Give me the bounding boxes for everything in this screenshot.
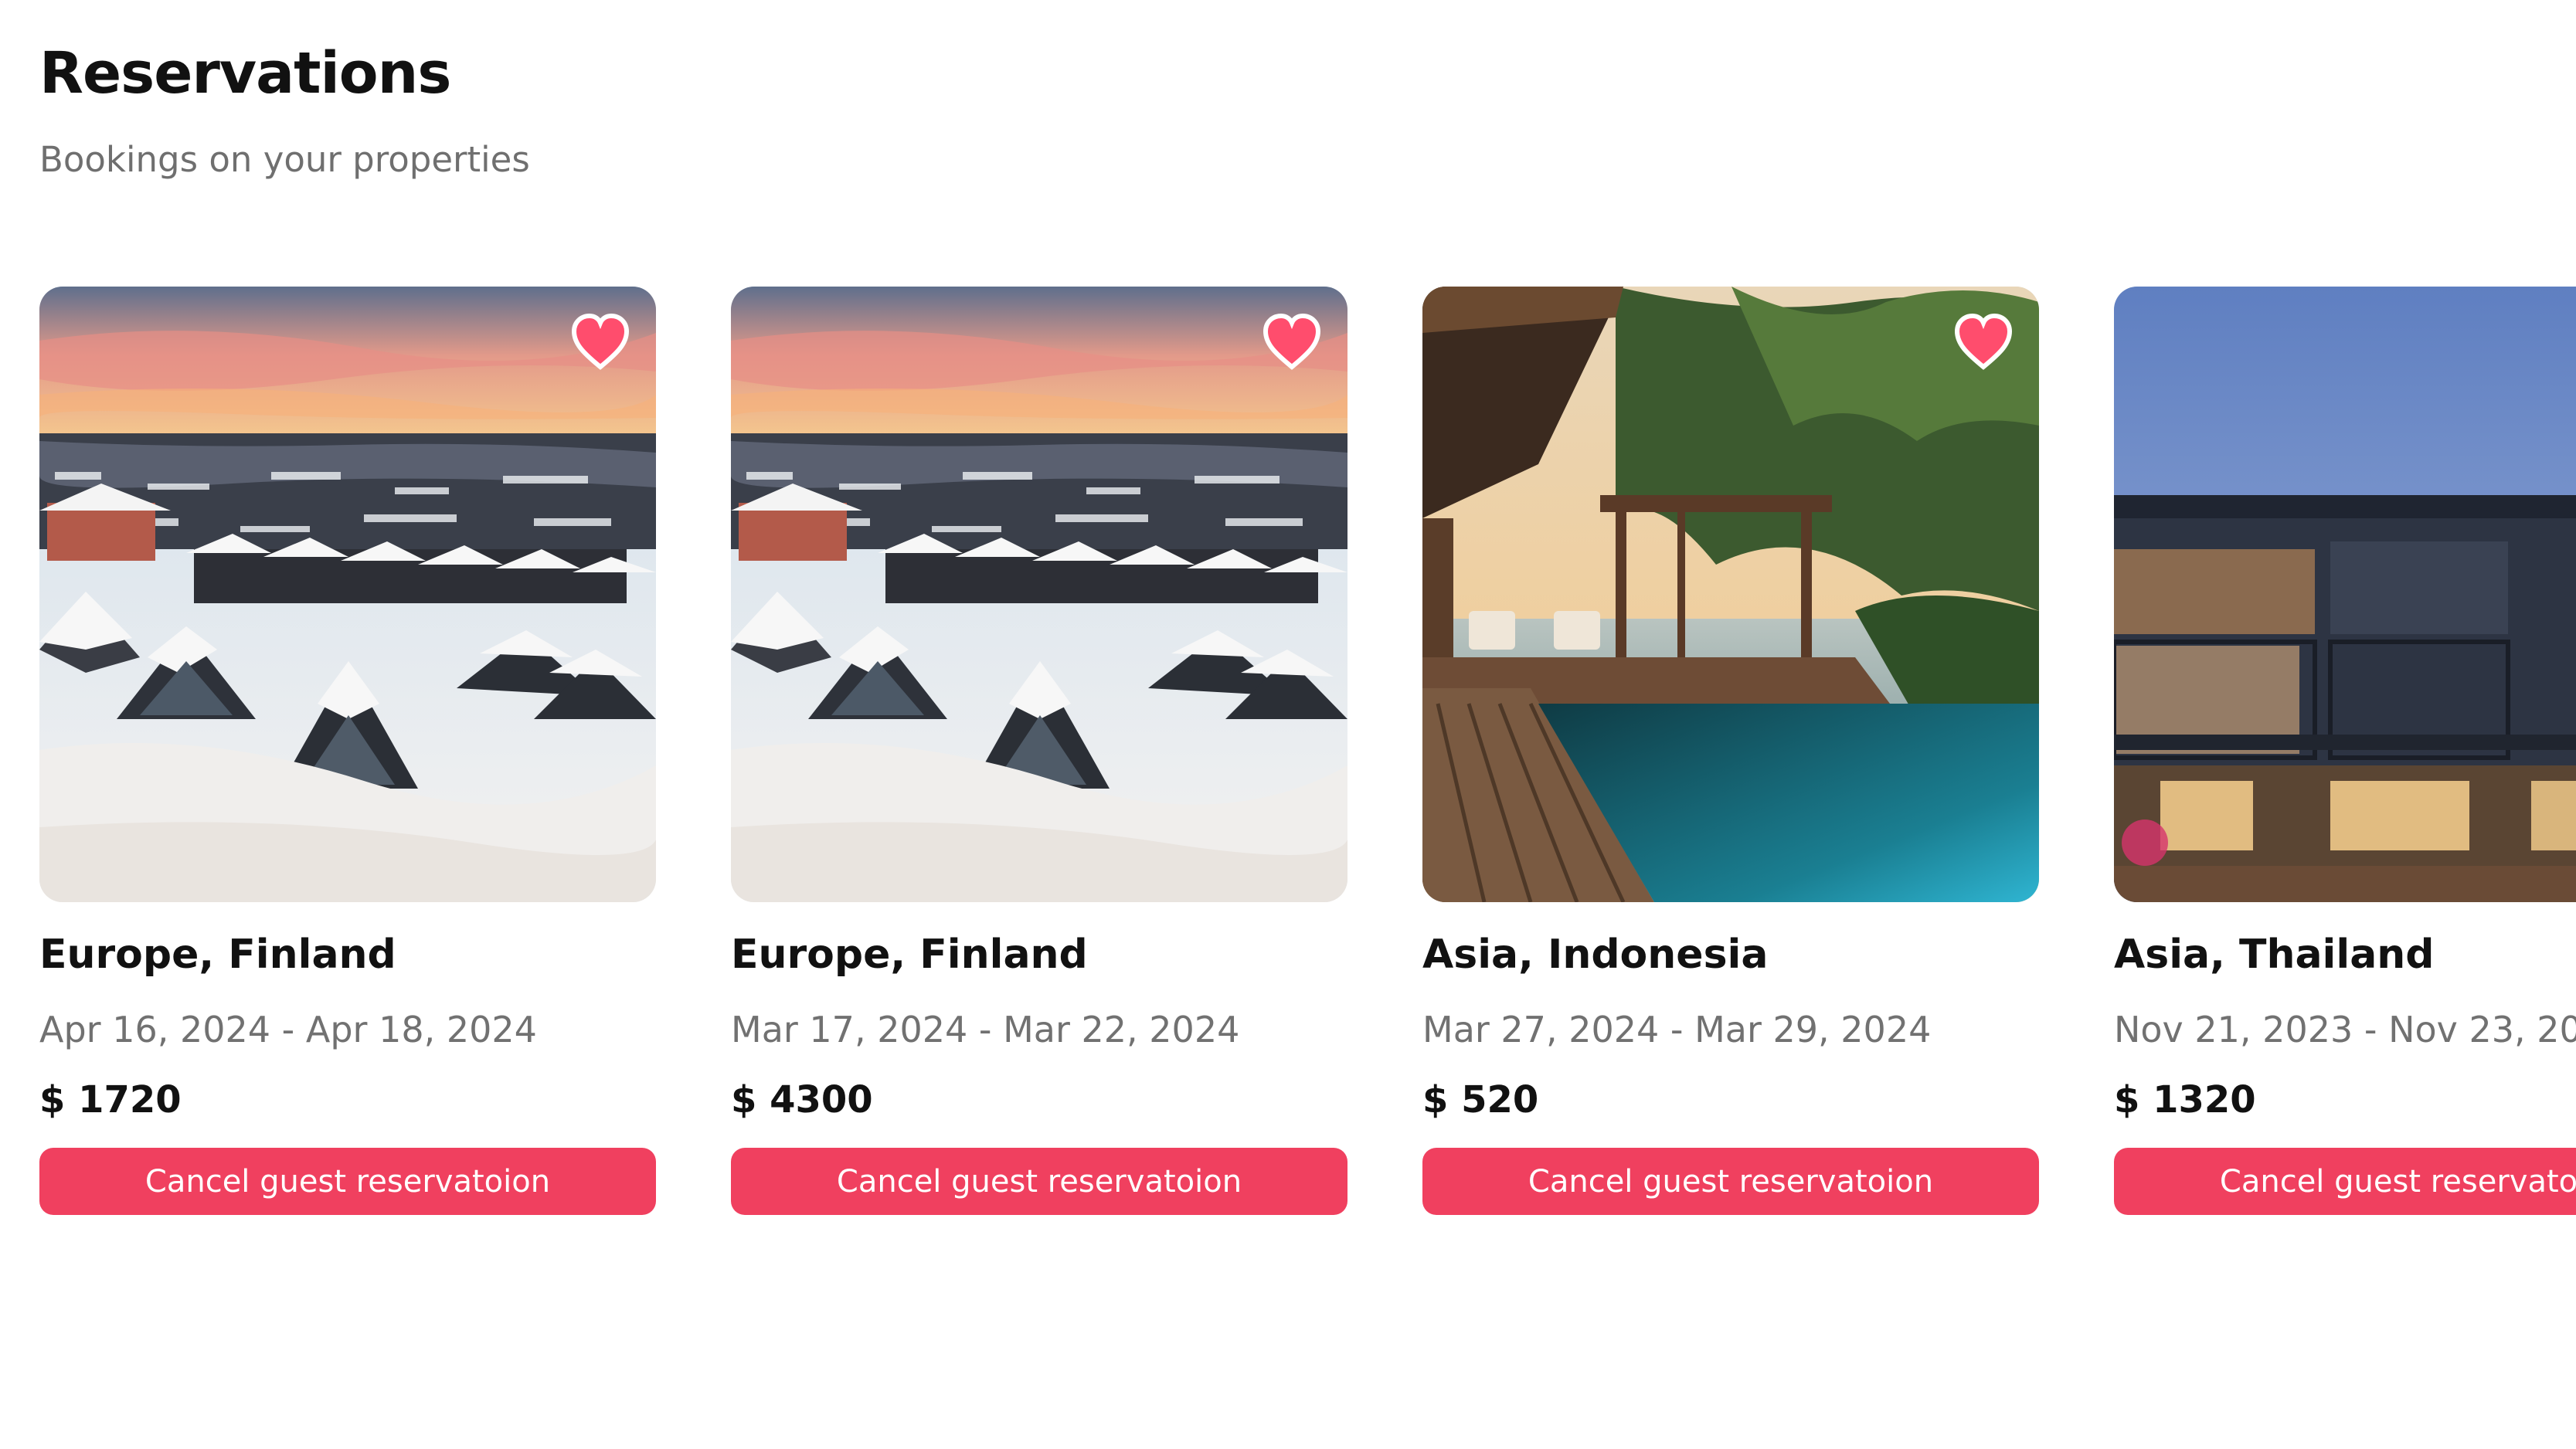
heart-icon bbox=[571, 313, 630, 370]
reservation-dates: Mar 27, 2024 - Mar 29, 2024 bbox=[1422, 1009, 1932, 1050]
reservation-price: $ 520 bbox=[1422, 1078, 1539, 1122]
property-photo[interactable] bbox=[2114, 287, 2576, 902]
favorite-heart-button[interactable] bbox=[1259, 310, 1324, 375]
page-title: Reservations bbox=[39, 40, 451, 107]
reservation-price: $ 1720 bbox=[39, 1078, 182, 1122]
reservation-dates: Apr 16, 2024 - Apr 18, 2024 bbox=[39, 1009, 537, 1050]
snowy-cabins-image bbox=[731, 287, 1347, 902]
heart-icon bbox=[1954, 313, 2013, 370]
page-subtitle: Bookings on your properties bbox=[39, 139, 530, 180]
favorite-heart-button[interactable] bbox=[1951, 310, 2016, 375]
reservation-price: $ 4300 bbox=[731, 1078, 873, 1122]
reservation-dates: Mar 17, 2024 - Mar 22, 2024 bbox=[731, 1009, 1240, 1050]
reservation-card[interactable]: Europe, Finland Mar 17, 2024 - Mar 22, 2… bbox=[731, 287, 1347, 1215]
cancel-reservation-button[interactable]: Cancel guest reservatoion bbox=[1422, 1148, 2039, 1215]
cancel-reservation-button[interactable]: Cancel guest reservatoion bbox=[39, 1148, 656, 1215]
reservation-location: Europe, Finland bbox=[39, 932, 396, 978]
cancel-reservation-button[interactable]: Cancel guest reservatoion bbox=[2114, 1148, 2576, 1215]
snowy-cabins-image bbox=[39, 287, 656, 902]
reservations-page: Europe, Finland Apr 16, 2024 - Apr 18, 2… bbox=[0, 0, 2576, 1449]
infinity-pool-image bbox=[1422, 287, 2039, 902]
heart-icon bbox=[1263, 313, 1321, 370]
property-photo[interactable] bbox=[731, 287, 1347, 902]
property-photo[interactable] bbox=[1422, 287, 2039, 902]
property-photo[interactable] bbox=[39, 287, 656, 902]
reservation-card[interactable]: Europe, Finland Apr 16, 2024 - Apr 18, 2… bbox=[39, 287, 656, 1215]
reservation-location: Europe, Finland bbox=[731, 932, 1088, 978]
reservation-price: $ 1320 bbox=[2114, 1078, 2256, 1122]
reservation-list: Europe, Finland Apr 16, 2024 - Apr 18, 2… bbox=[0, 0, 2576, 1449]
reservation-card[interactable]: Asia, Indonesia Mar 27, 2024 - Mar 29, 2… bbox=[1422, 287, 2039, 1215]
favorite-heart-button[interactable] bbox=[568, 310, 633, 375]
reservation-dates: Nov 21, 2023 - Nov 23, 2023 bbox=[2114, 1009, 2576, 1050]
reservation-card[interactable]: Asia, Thailand Nov 21, 2023 - Nov 23, 20… bbox=[2114, 287, 2576, 1215]
modern-townhouse-image bbox=[2114, 287, 2576, 902]
reservation-location: Asia, Indonesia bbox=[1422, 932, 1769, 978]
reservation-location: Asia, Thailand bbox=[2114, 932, 2435, 978]
cancel-reservation-button[interactable]: Cancel guest reservatoion bbox=[731, 1148, 1347, 1215]
